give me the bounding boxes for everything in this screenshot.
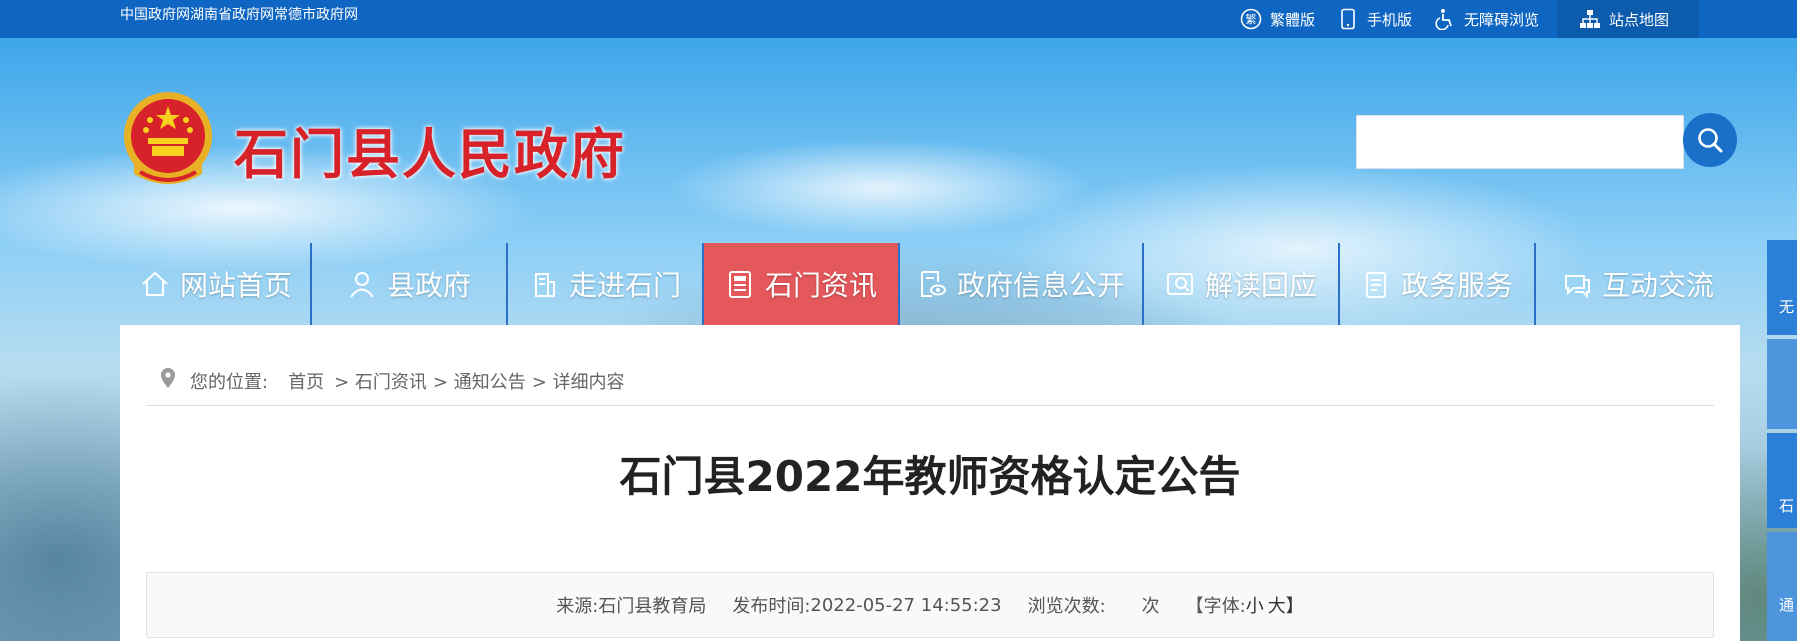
home-icon	[138, 267, 172, 301]
breadcrumb: 您的位置: 首页 > 石门资讯 > 通知公告 > 详细内容	[160, 367, 631, 394]
mobile-version-label: 手机版	[1367, 10, 1413, 29]
search-input[interactable]	[1357, 116, 1683, 168]
top-bar: 中国政府网湖南省政府网常德市政府网 繁 繁體版 手机版 无障碍浏览 站点地图	[0, 0, 1797, 38]
article-title: 石门县2022年教师资格认定公告	[619, 452, 1241, 501]
nav-item-shimen-news[interactable]: 石门资讯	[702, 243, 898, 325]
breadcrumb-news[interactable]: > 石门资讯	[334, 368, 427, 394]
breadcrumb-notices[interactable]: > 通知公告	[433, 368, 526, 394]
mobile-phone-icon	[1337, 8, 1359, 30]
views-label: 浏览次数:	[1027, 596, 1106, 617]
sitemap-link[interactable]: 站点地图	[1557, 0, 1700, 38]
article-meta: 来源: 石门县教育局 发布时间: 2022-05-27 14:55:23 浏览次…	[146, 572, 1714, 638]
nav-item-government-info[interactable]: 政府信息公开	[898, 243, 1142, 325]
document-eye-icon	[915, 267, 949, 301]
chat-icon	[1560, 267, 1594, 301]
views-unit: 次	[1141, 596, 1160, 617]
side-tab-label: 通	[1779, 596, 1795, 614]
site-title[interactable]: 石门县人民政府	[234, 110, 626, 189]
nav-label: 走进石门	[568, 269, 681, 302]
side-tab-label: 石	[1779, 497, 1795, 515]
national-emblem-logo	[120, 90, 216, 192]
news-icon	[723, 267, 757, 301]
traditional-chinese-icon: 繁	[1240, 8, 1262, 30]
publish-time-value: 2022-05-27 14:55:23	[810, 594, 1002, 616]
side-tab-accessibility[interactable]: 无	[1767, 240, 1797, 335]
source-value: 石门县教育局	[598, 596, 707, 617]
source-label: 来源:	[556, 596, 599, 617]
font-size-label: 【字体:	[1185, 596, 1246, 617]
nav-item-interpretation[interactable]: 解读回应	[1142, 243, 1338, 325]
font-small-button[interactable]: 小	[1246, 592, 1264, 618]
breadcrumb-home[interactable]: 首页	[288, 368, 324, 394]
building-icon	[527, 267, 561, 301]
search-icon	[1698, 128, 1723, 153]
side-tab-blank[interactable]	[1767, 339, 1797, 429]
side-tab-notice[interactable]: 通	[1767, 532, 1797, 641]
search-box	[1356, 115, 1684, 169]
sitemap-label: 站点地图	[1609, 10, 1670, 29]
divider	[146, 405, 1714, 406]
nav-label: 解读回应	[1204, 269, 1317, 302]
clipboard-icon	[1359, 267, 1393, 301]
nav-item-government-services[interactable]: 政务服务	[1338, 243, 1534, 325]
nav-item-county-government[interactable]: 县政府	[310, 243, 506, 325]
wheelchair-icon	[1434, 8, 1456, 30]
top-links[interactable]: 中国政府网湖南省政府网常德市政府网	[120, 0, 358, 31]
breadcrumb-prefix: 您的位置:	[190, 371, 269, 393]
content-panel: 您的位置: 首页 > 石门资讯 > 通知公告 > 详细内容 石门县2022年教师…	[120, 325, 1740, 641]
mobile-version-link[interactable]: 手机版	[1337, 0, 1412, 38]
traditional-chinese-label: 繁體版	[1270, 10, 1316, 29]
main-nav: 网站首页 县政府 走进石门 石门资讯 政府信息公开 解读回应 政务服务 互动交流	[120, 243, 1740, 325]
nav-item-home[interactable]: 网站首页	[120, 243, 310, 325]
nav-label: 互动交流	[1601, 269, 1714, 302]
nav-label: 政府信息公开	[956, 269, 1125, 302]
interpret-icon	[1163, 267, 1197, 301]
sitemap-icon	[1579, 8, 1601, 30]
person-icon	[345, 267, 379, 301]
font-large-button[interactable]: 大】	[1268, 592, 1304, 618]
nav-label: 县政府	[386, 269, 471, 302]
top-tools: 繁 繁體版 手机版 无障碍浏览 站点地图	[1240, 0, 1721, 38]
nav-item-interaction[interactable]: 互动交流	[1534, 243, 1740, 325]
side-tab-label: 无	[1779, 298, 1795, 316]
publish-time-label: 发布时间:	[732, 596, 811, 617]
breadcrumb-detail: > 详细内容	[531, 371, 625, 393]
accessibility-label: 无障碍浏览	[1464, 10, 1540, 29]
nav-label: 政务服务	[1400, 269, 1513, 302]
nav-item-about-shimen[interactable]: 走进石门	[506, 243, 702, 325]
accessibility-link[interactable]: 无障碍浏览	[1434, 0, 1539, 38]
side-tab-shimen[interactable]: 石	[1767, 433, 1797, 528]
location-pin-icon	[160, 367, 176, 394]
nav-label: 网站首页	[179, 269, 292, 302]
nav-label: 石门资讯	[764, 269, 877, 302]
traditional-chinese-link[interactable]: 繁 繁體版	[1240, 0, 1315, 38]
search-button[interactable]	[1683, 113, 1737, 167]
svg-text:繁: 繁	[1246, 12, 1257, 26]
